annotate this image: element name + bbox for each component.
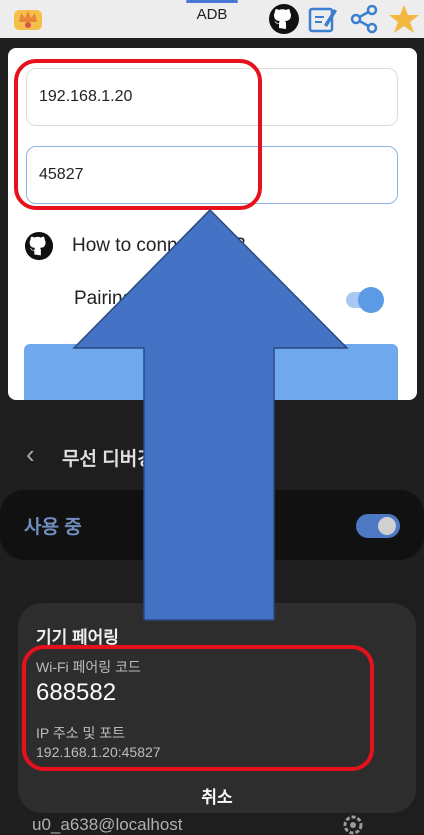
share-icon[interactable] — [348, 3, 380, 35]
note-edit-icon[interactable] — [306, 3, 338, 35]
tab-indicator — [186, 0, 238, 3]
how-to-connect-text: How to connect ADB — [72, 235, 247, 256]
ip-address-field[interactable]: 192.168.1.20 — [26, 68, 398, 126]
ip-port-value: 192.168.1.20:45827 — [36, 744, 161, 760]
connect-button[interactable] — [24, 344, 398, 400]
pairing-toggle[interactable] — [346, 287, 384, 313]
back-icon[interactable]: ‹ — [26, 441, 35, 467]
port-value: 45827 — [39, 166, 84, 183]
connect-panel: 192.168.1.20 45827 How to connect ADB Pa… — [8, 48, 417, 400]
github-icon — [24, 231, 54, 261]
tab-adb-label: ADB — [196, 6, 228, 23]
in-use-toggle[interactable] — [356, 514, 400, 538]
crown-icon[interactable] — [12, 4, 44, 32]
page-title: 무선 디버깅 — [62, 449, 152, 470]
toggle-knob — [358, 287, 384, 313]
in-use-label: 사용 중 — [24, 517, 82, 538]
star-icon[interactable] — [388, 3, 420, 35]
ip-address-value: 192.168.1.20 — [39, 88, 133, 105]
dialog-title: 기기 페어링 — [36, 628, 119, 647]
github-icon[interactable] — [268, 3, 300, 35]
in-use-card[interactable]: 사용 중 — [0, 490, 424, 560]
cancel-button[interactable]: 취소 — [18, 783, 416, 808]
port-field[interactable]: 45827 — [26, 146, 398, 204]
device-name: u0_a638@localhost — [32, 815, 183, 834]
toggle-knob — [378, 517, 396, 535]
ip-port-label: IP 주소 및 포트 — [36, 725, 126, 741]
how-to-connect-link[interactable]: How to connect ADB — [24, 226, 246, 266]
device-pairing-dialog: 기기 페어링 Wi-Fi 페어링 코드 688582 IP 주소 및 포트 19… — [18, 603, 416, 813]
top-app-bar: ADB — [0, 0, 424, 38]
gear-icon[interactable] — [340, 812, 366, 835]
wireless-debugging-header: ‹ 무선 디버깅 — [0, 424, 424, 484]
tab-adb[interactable]: ADB — [186, 0, 238, 23]
pairing-code-label: Wi-Fi 페어링 코드 — [36, 659, 141, 675]
pairing-code-value: 688582 — [36, 679, 117, 706]
pairing-label: Pairing (Android 11+, 14) — [74, 288, 285, 309]
